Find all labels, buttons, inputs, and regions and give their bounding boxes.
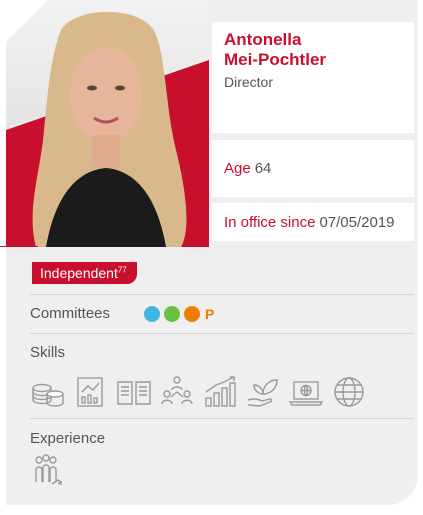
team-icon bbox=[159, 374, 195, 410]
last-name: Mei-Pochtler bbox=[224, 50, 327, 69]
in-office-box: In office since 07/05/2019 bbox=[212, 203, 414, 241]
first-name: Antonella bbox=[224, 30, 302, 49]
leader-line bbox=[0, 246, 38, 247]
divider bbox=[30, 294, 414, 295]
committees-row: Committees P bbox=[30, 305, 410, 323]
name-box: Antonella Mei-Pochtler Director bbox=[212, 22, 414, 133]
growth-chart-icon bbox=[202, 374, 238, 410]
skills-label: Skills bbox=[30, 344, 66, 361]
committees-label: Committees bbox=[30, 305, 111, 322]
age-value: 64 bbox=[254, 160, 272, 177]
committee-dot-blue bbox=[144, 306, 160, 323]
laptop-globe-icon bbox=[288, 374, 324, 410]
report-chart-icon bbox=[73, 374, 109, 410]
status-footnote: 77 bbox=[117, 265, 127, 275]
skills-icons bbox=[30, 374, 367, 410]
experience-label: Experience bbox=[30, 430, 106, 447]
in-office-value: 07/05/2019 bbox=[319, 213, 395, 231]
chair-marker: P bbox=[205, 306, 215, 323]
in-office-label: In office since bbox=[224, 213, 316, 231]
sustainability-leaf-icon bbox=[245, 374, 281, 410]
divider bbox=[30, 333, 414, 334]
globe-icon bbox=[331, 374, 367, 410]
profile-card: Antonella Mei-Pochtler Director Age 64 I… bbox=[6, 0, 418, 505]
coins-icon bbox=[30, 374, 66, 410]
open-book-icon bbox=[116, 374, 152, 410]
role: Director bbox=[224, 74, 274, 90]
committee-dot-green bbox=[164, 306, 180, 323]
committee-dot-orange bbox=[184, 306, 200, 323]
status-badge: Independent77 bbox=[32, 262, 137, 284]
age-label: Age bbox=[224, 160, 251, 177]
corner-cut bbox=[6, 0, 48, 42]
people-growth-icon bbox=[28, 454, 64, 490]
divider bbox=[30, 418, 414, 419]
status-label: Independent bbox=[40, 265, 118, 281]
age-box: Age 64 bbox=[212, 140, 414, 197]
